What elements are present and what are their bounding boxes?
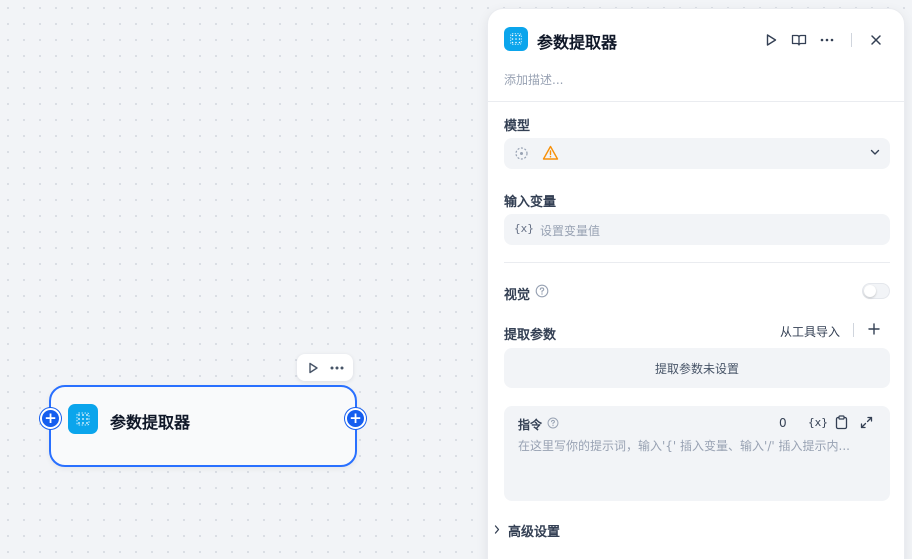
more-horizontal-icon	[330, 366, 344, 369]
model-placeholder-icon	[514, 146, 529, 161]
run-node-button[interactable]	[303, 358, 323, 378]
character-count: 0	[779, 416, 787, 430]
section-divider	[504, 262, 890, 263]
panel-more-button[interactable]	[813, 27, 841, 53]
advanced-settings-label: 高级设置	[508, 525, 561, 540]
add-param-button[interactable]	[866, 321, 882, 337]
instruction-placeholder: 在这里写你的提示词，输入'{' 插入变量、输入'/' 插入提示内...	[518, 439, 850, 453]
vision-toggle[interactable]	[862, 283, 890, 299]
parameter-extractor-node[interactable]: 参数提取器	[49, 385, 357, 467]
header-divider-line	[488, 101, 904, 102]
clipboard-icon[interactable]	[835, 415, 848, 430]
node-input-handle[interactable]: +	[40, 408, 61, 429]
book-open-icon	[791, 34, 807, 46]
input-variable-selector[interactable]: {x} 设置变量值	[504, 214, 890, 245]
import-from-tool-button[interactable]: 从工具导入	[780, 323, 840, 340]
instruction-label: 指令	[518, 418, 543, 432]
warning-triangle-icon	[542, 145, 559, 161]
plus-icon: +	[349, 409, 362, 427]
description-input[interactable]: 添加描述...	[504, 71, 563, 88]
node-settings-panel: 参数提取器 添加描述... 模型 输入变量 {x} 设置变量值 视觉 提取参数 …	[487, 8, 905, 559]
input-variable-placeholder: 设置变量值	[540, 224, 601, 238]
variable-icon: {x}	[514, 222, 534, 235]
node-output-handle[interactable]: +	[345, 408, 366, 429]
params-empty-state: 提取参数未设置	[504, 348, 890, 388]
parameter-extractor-icon	[68, 404, 98, 434]
close-panel-button[interactable]	[862, 27, 890, 53]
toggle-knob	[864, 285, 876, 297]
node-title: 参数提取器	[110, 413, 191, 432]
plus-icon	[868, 323, 880, 335]
parameter-extractor-icon	[504, 27, 528, 51]
help-circle-icon[interactable]	[535, 284, 549, 298]
more-horizontal-icon	[820, 38, 834, 42]
run-step-button[interactable]	[757, 27, 785, 53]
insert-variable-button[interactable]: {x}	[808, 416, 828, 429]
node-more-button[interactable]	[327, 358, 347, 378]
plus-icon: +	[44, 409, 57, 427]
close-icon	[871, 35, 881, 45]
panel-title[interactable]: 参数提取器	[537, 29, 617, 53]
header-divider	[851, 33, 852, 47]
input-variable-label: 输入变量	[504, 195, 557, 210]
model-label: 模型	[504, 119, 531, 134]
node-toolbar	[297, 354, 353, 381]
actions-divider	[853, 323, 854, 337]
chevron-down-icon	[870, 149, 880, 156]
instruction-editor[interactable]: 指令 0 {x} 在这里写你的提示词，输入'{' 插入变量、输入'/' 插入提示…	[504, 406, 890, 501]
chevron-right-icon	[494, 524, 504, 537]
expand-icon[interactable]	[860, 416, 873, 429]
help-docs-button[interactable]	[785, 27, 813, 53]
advanced-settings-toggle[interactable]: 高级设置	[494, 521, 560, 540]
model-selector[interactable]	[504, 138, 890, 169]
play-icon	[766, 34, 777, 46]
vision-label: 视觉	[504, 288, 531, 303]
panel-header-actions	[757, 27, 890, 53]
extract-params-label: 提取参数	[504, 328, 557, 343]
play-icon	[309, 362, 318, 373]
help-circle-icon[interactable]	[547, 417, 559, 429]
